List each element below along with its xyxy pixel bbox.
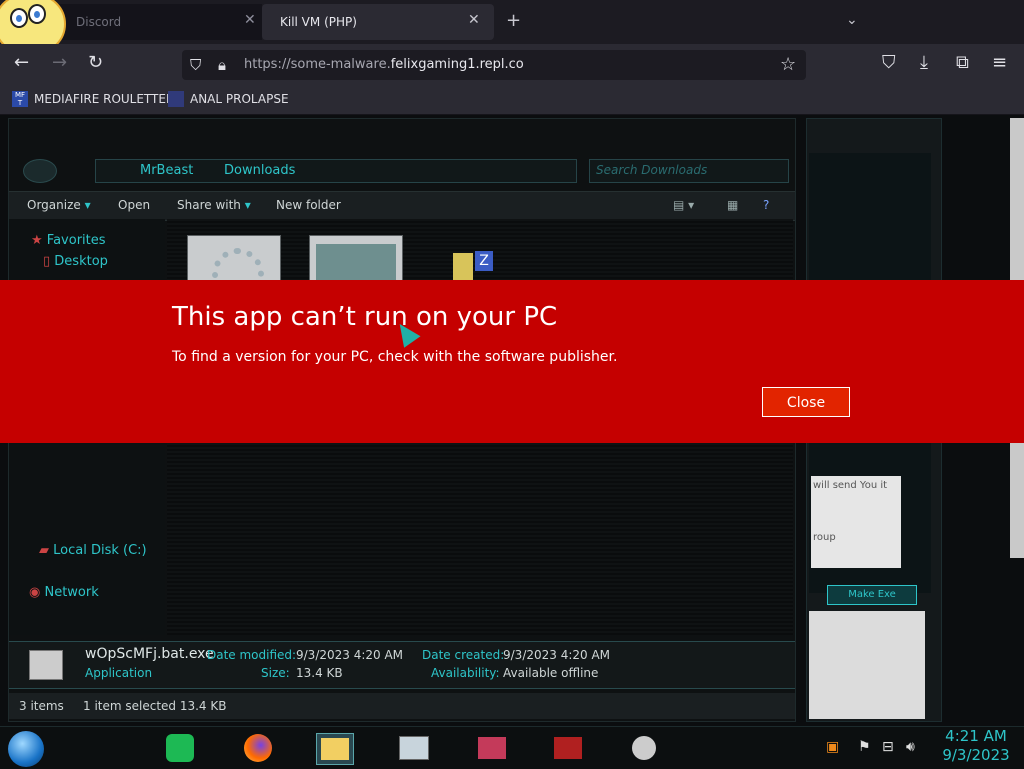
tab-close-icon[interactable]: ✕ xyxy=(244,12,256,28)
flag-icon[interactable]: ⚑ xyxy=(858,739,871,755)
back-arrow-icon[interactable]: ← xyxy=(14,53,29,73)
gadget-text-1: will send You it xyxy=(813,480,888,491)
game-icon[interactable] xyxy=(550,733,586,763)
date-modified-value: 9/3/2023 4:20 AM xyxy=(296,648,404,662)
gadget-lower-panel xyxy=(809,611,925,719)
dialog-message: To find a version for your PC, check wit… xyxy=(172,349,618,365)
address-bar[interactable]: MrBeast Downloads xyxy=(95,159,577,183)
mediafire-icon: MF T xyxy=(12,91,28,107)
status-bar: 3 items 1 item selected 13.4 KB xyxy=(9,693,795,719)
date-modified-label: Date modified: xyxy=(207,648,297,662)
network-icon: ◉ xyxy=(29,585,41,600)
availability-value: Available offline xyxy=(503,666,599,680)
firefox-icon[interactable] xyxy=(240,733,276,763)
search-input[interactable]: Search Downloads xyxy=(589,159,789,183)
availability-label: Availability: xyxy=(431,666,500,680)
application-icon xyxy=(29,650,63,680)
zip-letter-icon: Z xyxy=(475,251,493,271)
explorer-toolbar: Organize ▾ Open Share with ▾ New folder … xyxy=(9,191,795,221)
lock-icon[interactable]: 🔒︎ xyxy=(218,55,226,75)
sidebar-item-local-disk[interactable]: ▰ Local Disk (C:) xyxy=(39,543,147,558)
file-type: Application xyxy=(85,666,153,680)
item-count: 3 items xyxy=(19,699,64,713)
taskbar: ▣ ⚑ ⊟ 🔊︎ 4:21 AM 9/3/2023 xyxy=(0,726,1024,769)
new-tab-button[interactable]: + xyxy=(506,10,521,31)
extensions-icon[interactable]: ⧉ xyxy=(956,53,969,73)
sidebar-item-desktop[interactable]: ▯ Desktop xyxy=(43,254,108,269)
shield-icon[interactable]: ⛉ xyxy=(190,55,201,75)
file-explorer-icon[interactable] xyxy=(316,733,354,765)
bookmark-mediafire[interactable]: MF T MEDIAFIRE ROULETTER xyxy=(12,91,174,107)
organize-button[interactable]: Organize ▾ xyxy=(27,198,91,212)
tab-list-chevron-icon[interactable]: ⌄ xyxy=(846,12,858,28)
star-icon: ★ xyxy=(31,233,43,248)
close-button[interactable]: Close xyxy=(762,387,850,417)
file-thumb-exe[interactable]: Z xyxy=(431,235,523,285)
new-folder-button[interactable]: New folder xyxy=(276,198,341,212)
tab-title: Kill VM (PHP) xyxy=(280,15,357,29)
open-button[interactable]: Open xyxy=(118,198,150,212)
bookmark-label: MEDIAFIRE ROULETTER xyxy=(34,92,175,106)
archive-icon xyxy=(453,253,473,283)
selection-info: 1 item selected 13.4 KB xyxy=(83,699,227,713)
tab-title: Discord xyxy=(76,15,122,29)
help-icon[interactable]: ? xyxy=(763,198,769,212)
make-exe-button[interactable]: Make Exe xyxy=(827,585,917,605)
breadcrumb-item[interactable]: Downloads xyxy=(224,163,295,178)
performance-monitor-icon[interactable] xyxy=(396,733,432,763)
start-button[interactable] xyxy=(8,731,44,767)
avatar-eye xyxy=(10,8,28,28)
gadget-text-area: will send You it roup xyxy=(811,476,901,568)
skull-app-icon[interactable] xyxy=(626,733,662,763)
taskbar-clock[interactable]: 4:21 AM 9/3/2023 xyxy=(934,727,1018,765)
tab-close-icon[interactable]: ✕ xyxy=(468,12,480,28)
gadget-text-2: roup xyxy=(813,532,836,543)
error-dialog: This app can’t run on your PC To find a … xyxy=(0,280,1024,443)
url-bar[interactable]: ⛉ 🔒︎ https://some-malware.felixgaming1.r… xyxy=(182,50,806,80)
file-name: wOpScMFj.bat.exe xyxy=(85,646,214,662)
media-player-icon[interactable] xyxy=(474,733,510,763)
avatar-eye xyxy=(28,4,46,24)
details-pane: wOpScMFj.bat.exe Application Date modifi… xyxy=(9,641,795,689)
bookmark-label: ANAL PROLAPSE xyxy=(190,92,289,106)
date-created-value: 9/3/2023 4:20 AM xyxy=(503,648,611,662)
desktop-icon: ▯ xyxy=(43,254,51,269)
pocket-icon[interactable]: ⛉ xyxy=(882,53,896,73)
sidebar-item-network[interactable]: ◉ Network xyxy=(29,585,99,600)
drive-icon: ▰ xyxy=(39,543,49,558)
network-tray-icon[interactable]: ⊟ xyxy=(882,739,894,755)
back-forward-icon[interactable] xyxy=(23,159,57,183)
sidebar-item-favorites[interactable]: ★ Favorites xyxy=(31,233,106,248)
bookmark-star-icon[interactable]: ☆ xyxy=(780,55,796,75)
tab-kill-vm[interactable]: Kill VM (PHP) ✕ xyxy=(262,4,494,40)
breadcrumb-item[interactable]: MrBeast xyxy=(140,163,193,178)
browser-nav-bar: ← → ↻ ⛉ 🔒︎ https://some-malware.felixgam… xyxy=(0,44,1024,84)
view-icon[interactable]: ▤ ▾ xyxy=(673,198,694,212)
menu-icon[interactable]: ≡ xyxy=(992,53,1007,73)
image-icon xyxy=(316,244,396,284)
reload-icon[interactable]: ↻ xyxy=(88,53,103,73)
search-placeholder: Search Downloads xyxy=(596,163,708,177)
bookmark-favicon-icon xyxy=(168,91,184,107)
bookmark-second[interactable]: ANAL PROLAPSE xyxy=(168,91,289,107)
size-value: 13.4 KB xyxy=(296,666,343,680)
spotify-icon[interactable] xyxy=(162,733,198,763)
clock-date: 9/3/2023 xyxy=(942,746,1010,764)
tray-app-icon[interactable]: ▣ xyxy=(826,739,839,755)
dialog-title: This app can’t run on your PC xyxy=(172,302,558,332)
clock-time: 4:21 AM xyxy=(945,727,1007,745)
date-created-label: Date created: xyxy=(422,648,505,662)
download-icon[interactable]: ⤓ xyxy=(920,53,928,73)
browser-tab-bar: Discord ✕ Kill VM (PHP) ✕ + ⌄ xyxy=(0,0,1024,54)
size-label: Size: xyxy=(261,666,290,680)
bookmarks-bar: MF T MEDIAFIRE ROULETTER ANAL PROLAPSE xyxy=(0,84,1024,115)
share-with-button[interactable]: Share with ▾ xyxy=(177,198,251,212)
volume-icon[interactable]: 🔊︎ xyxy=(906,739,915,755)
preview-pane-icon[interactable]: ▦ xyxy=(727,198,738,212)
url-text: https://some-malware.felixgaming1.repl.c… xyxy=(244,57,524,72)
forward-arrow-icon[interactable]: → xyxy=(52,53,67,73)
